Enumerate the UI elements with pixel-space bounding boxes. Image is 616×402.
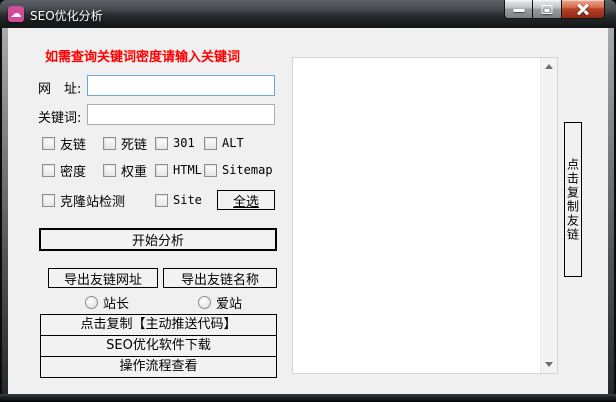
export-link-names-button[interactable]: 导出友链名称 <box>163 268 277 288</box>
checkbox-box <box>204 164 217 177</box>
checkbox-box <box>42 164 55 177</box>
radio-label: 站长 <box>103 293 129 312</box>
checkbox-box <box>103 137 116 150</box>
view-workflow-button[interactable]: 操作流程查看 <box>41 356 276 377</box>
checkbox-label: 死链 <box>121 134 147 153</box>
maximize-icon <box>542 5 553 14</box>
copy-friend-links-button[interactable]: 点击复制友链 <box>564 122 582 277</box>
checkbox-label: 301 <box>173 136 195 150</box>
radio-circle <box>85 296 98 309</box>
checkbox-density[interactable]: 密度 <box>42 163 86 177</box>
checkbox-alt[interactable]: ALT <box>204 136 244 150</box>
select-all-button[interactable]: 全选 <box>217 190 275 210</box>
checkbox-label: Sitemap <box>222 163 273 177</box>
checkbox-label: 密度 <box>60 161 86 180</box>
checkbox-box <box>204 137 217 150</box>
scroll-up-button[interactable] <box>541 58 557 75</box>
analysis-output-text <box>295 60 537 371</box>
start-analysis-button[interactable]: 开始分析 <box>39 228 277 251</box>
close-button[interactable] <box>561 0 605 19</box>
scroll-down-button[interactable] <box>541 356 557 373</box>
window-border-bottom <box>0 394 616 402</box>
checkbox-box <box>155 137 168 150</box>
title-bar[interactable]: ☁ SEO优化分析 <box>0 0 616 28</box>
checkbox-box <box>155 194 168 207</box>
maximize-button[interactable] <box>532 0 562 19</box>
radio-label: 爱站 <box>216 293 242 312</box>
checkbox-label: 友链 <box>60 134 86 153</box>
checkbox-label: 克隆站检测 <box>60 191 125 210</box>
keyword-input[interactable] <box>87 104 275 125</box>
radio-aizhan[interactable]: 爱站 <box>198 295 242 309</box>
checkbox-dead-links[interactable]: 死链 <box>103 136 147 150</box>
url-label: 网 址: <box>38 78 81 97</box>
checkbox-label: HTML <box>173 163 202 177</box>
checkbox-label: ALT <box>222 136 244 150</box>
bottom-button-stack: 点击复制【主动推送代码】 SEO优化软件下载 操作流程查看 <box>40 314 277 378</box>
app-window: ☁ SEO优化分析 如需查询关键词密度请输入关键词 网 址: 关键词: 友链 死… <box>0 0 616 402</box>
keyword-density-notice: 如需查询关键词密度请输入关键词 <box>45 46 240 65</box>
output-scrollbar[interactable] <box>540 58 557 373</box>
analysis-output-box[interactable] <box>292 57 558 374</box>
checkbox-friend-links[interactable]: 友链 <box>42 136 86 150</box>
up-arrow-icon <box>545 64 553 69</box>
close-icon <box>576 3 590 16</box>
minimize-button[interactable] <box>504 0 533 19</box>
window-border-left <box>0 28 8 394</box>
minimize-icon <box>513 9 524 12</box>
checkbox-clone-site-detect[interactable]: 克隆站检测 <box>42 193 125 207</box>
cloud-icon: ☁ <box>8 6 24 22</box>
export-link-urls-button[interactable]: 导出友链网址 <box>48 268 158 288</box>
radio-zhanzhang[interactable]: 站长 <box>85 295 129 309</box>
checkbox-sitemap[interactable]: Sitemap <box>204 163 273 177</box>
radio-circle <box>198 296 211 309</box>
copy-push-code-button[interactable]: 点击复制【主动推送代码】 <box>41 315 276 335</box>
checkbox-box <box>42 194 55 207</box>
client-area: 如需查询关键词密度请输入关键词 网 址: 关键词: 友链 死链 301 ALT … <box>8 28 608 394</box>
window-title: SEO优化分析 <box>30 7 103 24</box>
checkbox-weight[interactable]: 权重 <box>103 163 147 177</box>
checkbox-label: Site <box>173 193 202 207</box>
checkbox-site[interactable]: Site <box>155 193 202 207</box>
checkbox-box <box>42 137 55 150</box>
checkbox-box <box>155 164 168 177</box>
checkbox-html[interactable]: HTML <box>155 163 202 177</box>
url-input[interactable] <box>87 75 275 96</box>
download-software-button[interactable]: SEO优化软件下载 <box>41 335 276 356</box>
checkbox-box <box>103 164 116 177</box>
checkbox-301[interactable]: 301 <box>155 136 195 150</box>
window-border-right <box>608 28 616 394</box>
keyword-label: 关键词: <box>38 107 81 126</box>
down-arrow-icon <box>545 362 553 367</box>
checkbox-label: 权重 <box>121 161 147 180</box>
